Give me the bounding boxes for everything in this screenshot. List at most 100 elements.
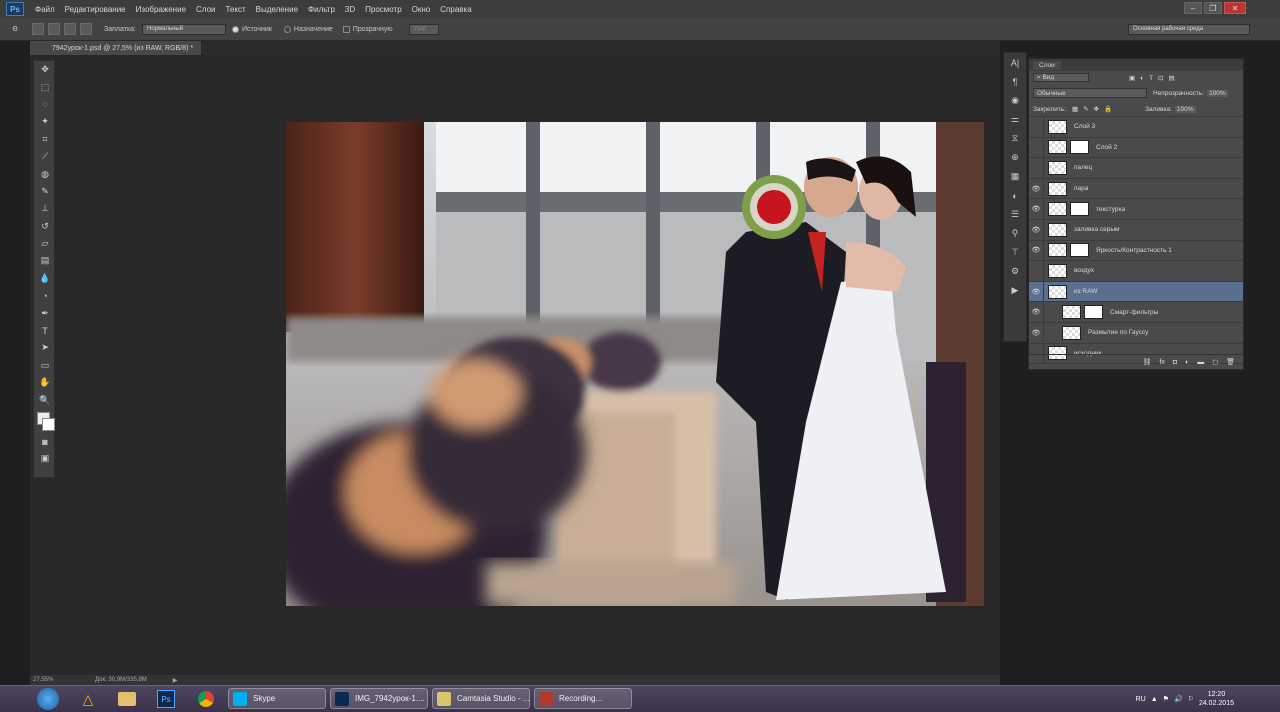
chrome-pinned-icon[interactable]: [192, 689, 220, 709]
visibility-eye-icon[interactable]: [1029, 137, 1044, 157]
visibility-eye-icon[interactable]: 👁: [1029, 302, 1044, 322]
transparent-checkbox[interactable]: [342, 25, 350, 33]
visibility-eye-icon[interactable]: 👁: [1029, 220, 1044, 240]
menu-file[interactable]: Файл: [30, 5, 60, 14]
status-menu-arrow-icon[interactable]: ▶: [173, 677, 178, 684]
taskbar-task[interactable]: Camtasia Studio - ...: [432, 688, 530, 709]
paragraph-panel-icon[interactable]: ¶: [1004, 72, 1026, 91]
hand-tool-icon[interactable]: ✋: [34, 374, 56, 391]
marquee-tool-icon[interactable]: ⬚: [34, 78, 56, 95]
layer-name[interactable]: текстурка: [1096, 206, 1125, 213]
taskbar-task[interactable]: IMG_7942урок-1....: [330, 688, 428, 709]
layer-name[interactable]: Смарт-фильтры: [1110, 309, 1158, 316]
delete-layer-icon[interactable]: 🗑: [1226, 358, 1235, 366]
layer-filter-icons[interactable]: ▣◐T⊡▤: [1129, 74, 1180, 82]
volume-icon[interactable]: 🔊: [1174, 695, 1183, 703]
menu-edit[interactable]: Редактирование: [60, 5, 131, 14]
layer-name[interactable]: из RAW: [1074, 288, 1097, 295]
menu-view[interactable]: Просмотр: [360, 5, 407, 14]
layer-row[interactable]: 👁 текстурка: [1029, 199, 1243, 220]
menu-type[interactable]: Текст: [220, 5, 250, 14]
layer-row[interactable]: 👁 из RAW: [1029, 281, 1243, 303]
menu-3d[interactable]: 3D: [340, 5, 360, 14]
patch-mode-select[interactable]: Нормальный: [142, 23, 226, 35]
selection-new-icon[interactable]: [32, 23, 44, 35]
language-indicator[interactable]: RU: [1136, 696, 1146, 703]
layer-name[interactable]: Слой 2: [1096, 144, 1117, 151]
restore-button[interactable]: ❐: [1204, 2, 1222, 14]
layer-row[interactable]: Слой 3: [1029, 117, 1243, 138]
document-tab[interactable]: 7942урок-1.psd @ 27,5% (из RAW, RGB/8) *: [30, 41, 202, 55]
magic-wand-tool-icon[interactable]: ✦: [34, 113, 56, 130]
menu-select[interactable]: Выделение: [251, 5, 303, 14]
layer-name[interactable]: палец: [1074, 164, 1092, 171]
menu-filter[interactable]: Фильтр: [303, 5, 340, 14]
taskbar-task[interactable]: Skype: [228, 688, 326, 709]
history-panel-icon[interactable]: ⧖: [1004, 129, 1026, 148]
paths-panel-icon[interactable]: ⊤: [1004, 243, 1026, 262]
layer-style-icon[interactable]: fx: [1159, 359, 1164, 366]
selection-intersect-icon[interactable]: [80, 23, 92, 35]
channels-panel-icon[interactable]: ⊕: [1004, 148, 1026, 167]
visibility-eye-icon[interactable]: [1029, 117, 1044, 137]
brush-tool-icon[interactable]: ✎: [34, 183, 56, 200]
start-button[interactable]: [34, 688, 62, 710]
clone-stamp-tool-icon[interactable]: ⊥: [34, 200, 56, 217]
layer-name[interactable]: Слой 3: [1074, 123, 1095, 130]
lock-icons[interactable]: ▦✎✥🔒: [1072, 105, 1117, 113]
flag-icon[interactable]: ⚐: [1188, 695, 1194, 703]
visibility-eye-icon[interactable]: 👁: [1029, 199, 1044, 219]
type-tool-icon[interactable]: T: [34, 322, 56, 339]
layer-row[interactable]: 👁 Яркость/Контрастность 1: [1029, 240, 1243, 262]
visibility-eye-icon[interactable]: 👁: [1029, 179, 1044, 199]
visibility-eye-icon[interactable]: [1029, 158, 1044, 178]
crop-tool-icon[interactable]: ⌗: [34, 131, 56, 148]
layer-row[interactable]: 👁 Размытие по Гауссу: [1029, 323, 1243, 344]
menu-window[interactable]: Окно: [407, 5, 436, 14]
shape-tool-icon[interactable]: ▭: [34, 357, 56, 374]
layer-name[interactable]: заливка серым: [1074, 226, 1120, 233]
color-swatches[interactable]: [34, 409, 56, 433]
move-tool-icon[interactable]: ✥: [34, 61, 56, 78]
close-button[interactable]: ✕: [1224, 2, 1246, 14]
selection-subtract-icon[interactable]: [64, 23, 76, 35]
visibility-eye-icon[interactable]: 👁: [1029, 240, 1044, 260]
layer-name[interactable]: пара: [1074, 185, 1088, 192]
selection-add-icon[interactable]: [48, 23, 60, 35]
taskbar-task[interactable]: Recording...: [534, 688, 632, 709]
zoom-tool-icon[interactable]: 🔍: [34, 391, 56, 408]
patch-tool-icon[interactable]: ◍: [34, 165, 56, 182]
layer-name[interactable]: Размытие по Гауссу: [1088, 329, 1148, 336]
explorer-pinned-icon[interactable]: [113, 689, 141, 709]
navigator-panel-icon[interactable]: ◐: [1004, 186, 1026, 205]
visibility-eye-icon[interactable]: [1029, 261, 1044, 281]
zoom-level[interactable]: 27,55%: [33, 677, 67, 683]
blend-mode-select[interactable]: Обычные: [1033, 88, 1147, 98]
info-panel-icon[interactable]: ⚲: [1004, 224, 1026, 243]
layer-row[interactable]: 👁 пара: [1029, 179, 1243, 200]
minimize-button[interactable]: –: [1184, 2, 1202, 14]
menu-layers[interactable]: Слои: [191, 5, 220, 14]
aimp-pinned-icon[interactable]: △: [74, 689, 102, 709]
visibility-eye-icon[interactable]: 👁: [1029, 323, 1044, 343]
layers-tab[interactable]: Слои: [1033, 60, 1061, 70]
history-brush-tool-icon[interactable]: ↺: [34, 218, 56, 235]
destination-radio[interactable]: [283, 25, 291, 33]
layer-row[interactable]: палец: [1029, 158, 1243, 179]
document-canvas-photo[interactable]: [286, 122, 984, 606]
use-pattern-button[interactable]: Узор: [408, 23, 439, 35]
swatches-panel-icon[interactable]: ▦: [1004, 167, 1026, 186]
eyedropper-tool-icon[interactable]: ⟋: [34, 148, 56, 165]
workspace-select[interactable]: Основная рабочая среда: [1128, 23, 1250, 35]
link-layers-icon[interactable]: ⛓: [1142, 358, 1151, 366]
background-color-swatch[interactable]: [42, 417, 55, 431]
layer-name[interactable]: Яркость/Контрастность 1: [1096, 247, 1172, 254]
actions-panel-icon[interactable]: ▶: [1004, 281, 1026, 300]
menu-help[interactable]: Справка: [435, 5, 476, 14]
layer-name[interactable]: воздух: [1074, 267, 1094, 274]
dodge-tool-icon[interactable]: ◔: [34, 287, 56, 304]
layer-row[interactable]: воздух: [1029, 261, 1243, 282]
clock[interactable]: 12:20 24.02.2015: [1199, 690, 1234, 708]
quick-mask-icon[interactable]: ◙: [34, 433, 56, 450]
eraser-tool-icon[interactable]: ▱: [34, 235, 56, 252]
